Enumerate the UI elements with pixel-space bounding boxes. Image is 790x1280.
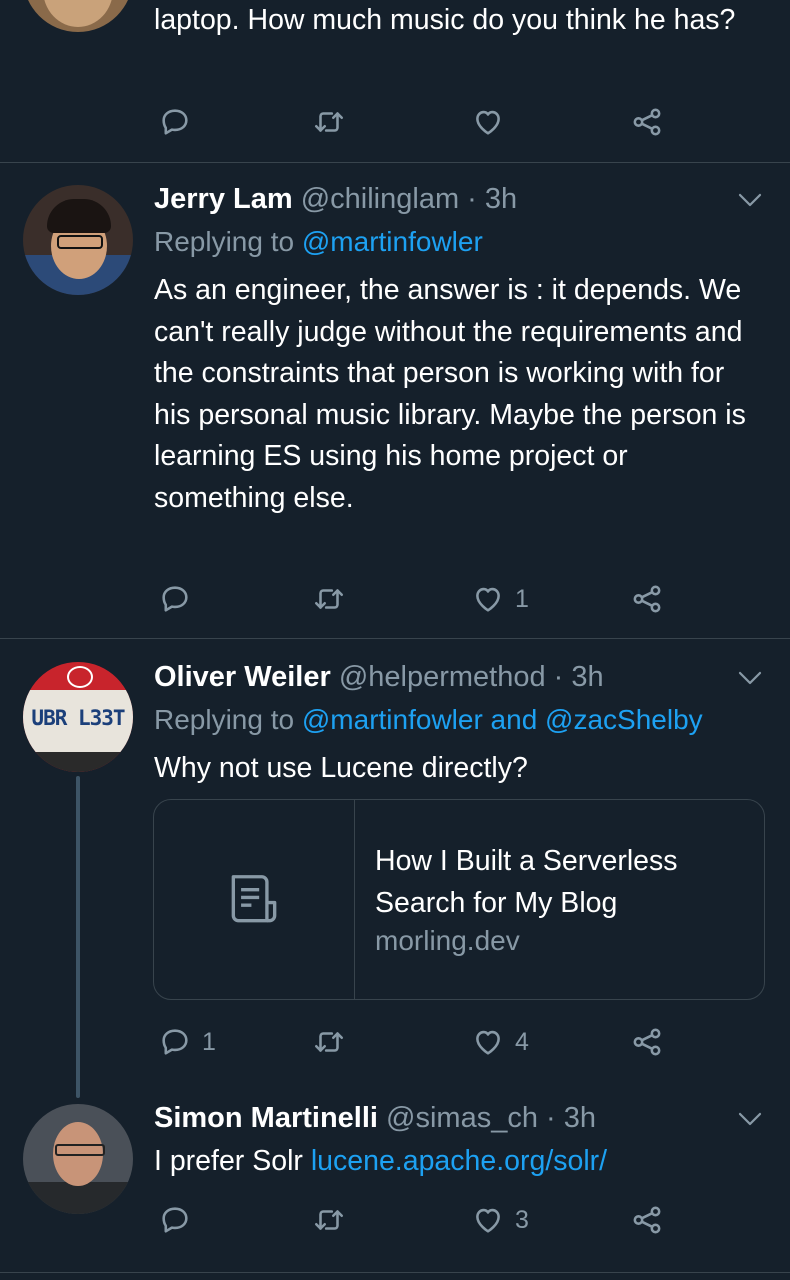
share-button[interactable]	[630, 102, 664, 142]
like-button[interactable]: 3	[471, 1200, 529, 1240]
card-domain: morling.dev	[375, 925, 520, 956]
reply-button[interactable]	[158, 102, 202, 142]
retweet-button[interactable]	[312, 1022, 346, 1062]
url-link[interactable]: lucene.apache.org/solr/	[311, 1145, 607, 1177]
heart-icon	[476, 1208, 500, 1233]
tweet-text: I prefer Solr lucene.apache.org/solr/	[154, 1141, 764, 1183]
handle-time: @chilinglam · 3h	[300, 183, 518, 215]
tweet-actions: 3	[154, 1200, 714, 1240]
chevron-down-icon[interactable]	[735, 663, 765, 693]
share-button[interactable]	[630, 1200, 664, 1240]
thread-line	[76, 776, 80, 1098]
share-icon	[633, 585, 661, 613]
share-icon	[633, 108, 661, 136]
display-name[interactable]: Jerry Lam	[154, 183, 293, 215]
reply-icon	[162, 1207, 188, 1233]
like-count: 3	[515, 1205, 529, 1234]
tweet-text: laptop. How much music do you think he h…	[154, 4, 736, 36]
like-button[interactable]: 4	[471, 1022, 529, 1062]
document-icon	[231, 874, 277, 922]
like-button[interactable]	[471, 102, 515, 142]
retweet-icon	[314, 112, 344, 132]
divider	[0, 1272, 790, 1273]
like-count: 4	[515, 1027, 529, 1056]
mention-link[interactable]: @martinfowler	[302, 226, 483, 257]
tweet-header: Oliver Weiler @helpermethod · 3h	[154, 659, 604, 695]
tweet-actions	[154, 102, 714, 142]
reply-button[interactable]	[158, 579, 202, 619]
share-icon	[633, 1206, 661, 1234]
tweet-actions: 1	[154, 579, 714, 619]
heart-icon	[476, 587, 500, 612]
handle-time: @simas_ch · 3h	[386, 1102, 596, 1134]
display-name[interactable]: Simon Martinelli	[154, 1102, 378, 1134]
tweet-text-prefix: I prefer Solr	[154, 1145, 303, 1177]
reply-icon	[162, 586, 188, 612]
heart-icon	[476, 110, 500, 135]
replying-prefix: Replying to	[154, 704, 295, 735]
mention-link[interactable]: @martinfowler and @zacShelby	[302, 704, 703, 735]
reply-button[interactable]	[158, 1200, 202, 1240]
retweet-icon	[314, 1210, 344, 1230]
retweet-button[interactable]	[312, 1200, 346, 1240]
license-plate-text: UBR L33T	[31, 706, 125, 730]
divider	[0, 162, 790, 163]
chevron-down-icon[interactable]	[735, 185, 765, 215]
tweet-header: Simon Martinelli @simas_ch · 3h	[154, 1100, 596, 1136]
tweet-actions: 1 4	[154, 1022, 714, 1062]
reply-icon	[162, 1029, 188, 1055]
handle-time: @helpermethod · 3h	[338, 661, 604, 693]
share-button[interactable]	[630, 579, 664, 619]
reply-count: 1	[202, 1027, 216, 1056]
tweet-header: Jerry Lam @chilinglam · 3h	[154, 181, 517, 217]
replying-prefix: Replying to	[154, 226, 295, 257]
reply-icon	[162, 109, 188, 135]
replying-to: Replying to @martinfowler	[154, 224, 483, 260]
avatar[interactable]	[23, 1104, 133, 1214]
share-icon	[633, 1028, 661, 1056]
card-thumbnail	[154, 800, 355, 999]
like-button[interactable]: 1	[471, 579, 529, 619]
retweet-icon	[314, 589, 344, 609]
retweet-icon	[314, 1032, 344, 1052]
display-name[interactable]: Oliver Weiler	[154, 661, 331, 693]
divider	[0, 638, 790, 639]
avatar[interactable]	[23, 185, 133, 295]
share-button[interactable]	[630, 1022, 664, 1062]
avatar[interactable]: UBR L33T	[23, 662, 133, 772]
avatar[interactable]	[23, 0, 133, 32]
chevron-down-icon[interactable]	[735, 1104, 765, 1134]
reply-button[interactable]: 1	[158, 1022, 216, 1062]
like-count: 1	[515, 584, 529, 613]
tweet-text: Why not use Lucene directly?	[154, 752, 528, 784]
card-title: How I Built a Serverless Search for My B…	[375, 845, 678, 919]
tweet-text: As an engineer, the answer is : it depen…	[154, 274, 746, 514]
replying-to: Replying to @martinfowler and @zacShelby	[154, 702, 703, 738]
retweet-button[interactable]	[312, 579, 346, 619]
heart-icon	[476, 1030, 500, 1055]
retweet-button[interactable]	[312, 102, 346, 142]
link-card[interactable]: How I Built a Serverless Search for My B…	[153, 799, 765, 1000]
